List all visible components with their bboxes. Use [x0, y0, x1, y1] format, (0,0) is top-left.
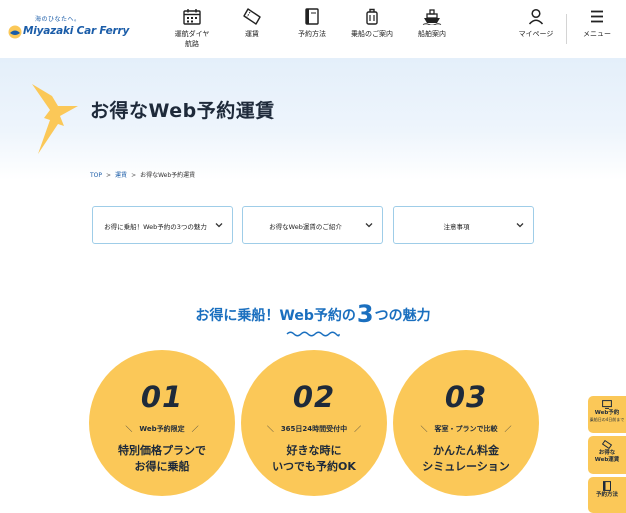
ticket-icon [602, 440, 612, 449]
anchor-label: 注意事項 [443, 223, 470, 231]
site-logo[interactable]: 海のひなたへ。 Miyazaki Car Ferry [8, 14, 129, 44]
user-icon [528, 8, 544, 25]
logo-tagline: 海のひなたへ。 [35, 16, 81, 23]
logo-mark-icon [8, 25, 22, 39]
site-header: 海のひなたへ。 Miyazaki Car Ferry 運航ダイヤ 航路 運賃 予… [0, 0, 626, 58]
luggage-icon [366, 8, 378, 25]
feature-description: かんたん料金 シミュレーション [422, 444, 510, 473]
nav-item-boarding[interactable]: 乗船のご案内 [342, 8, 402, 39]
hero-banner: お得なWeb予約運賃 [0, 58, 626, 180]
nav-item-ships[interactable]: 船舶案内 [402, 8, 462, 39]
breadcrumb-fare-link[interactable]: 運賃 [115, 172, 127, 179]
nav-item-schedule[interactable]: 運航ダイヤ 航路 [162, 8, 222, 49]
nav-label-ships: 船舶案内 [418, 30, 446, 38]
breadcrumb: TOP > 運賃 > お得なWeb予約運賃 [90, 170, 195, 179]
calendar-icon [183, 9, 201, 25]
feature-number: 01 [140, 380, 184, 414]
side-tab-reservation-method[interactable]: 予約方法 [588, 477, 626, 513]
ticket-icon [243, 8, 261, 25]
feature-description: 特別価格プランで お得に乗船 [118, 444, 206, 473]
section-heading-number: 3 [356, 300, 374, 328]
book-icon [603, 481, 611, 491]
ship-icon [422, 9, 442, 25]
side-tab-subtitle: 乗船日の4日前まで [589, 417, 625, 422]
feature-tag-row: ＼ Web予約限定／ [125, 425, 199, 433]
feature-circle-01: 01 ＼ Web予約限定／ 特別価格プランで お得に乗船 [89, 350, 235, 496]
feature-tag: 客室・プランで比較 [434, 425, 498, 433]
feature-tag: Web予約限定 [139, 425, 185, 433]
feature-tag-row: ＼ 客室・プランで比較／ [420, 425, 512, 433]
feature-number: 02 [292, 380, 336, 414]
breadcrumb-top-link[interactable]: TOP [90, 172, 102, 179]
feature-tag-row: ＼ 365日24時間受付中／ [266, 425, 362, 433]
feature-description: 好きな時に いつでも予約OK [272, 444, 356, 473]
feature-number: 03 [444, 380, 488, 414]
chevron-down-icon [365, 223, 373, 228]
book-icon [305, 8, 319, 25]
seagull-icon [32, 84, 78, 154]
wave-divider-icon [286, 331, 340, 337]
nav-item-fare[interactable]: 運賃 [222, 8, 282, 39]
side-tab-title: Web予約 [594, 410, 620, 416]
anchor-link-web-fare[interactable]: お得なWeb運賃のご紹介 [242, 206, 383, 244]
section-heading-text: お得に乗船！Web予約の [195, 308, 356, 324]
nav-label-fare: 運賃 [245, 30, 259, 38]
hamburger-menu-icon [591, 10, 603, 23]
mypage-label: マイページ [518, 30, 554, 38]
monitor-icon [602, 400, 612, 409]
side-tab-web-reservation[interactable]: Web予約 乗船日の4日前まで [588, 396, 626, 433]
anchor-link-appeal[interactable]: お得に乗船！Web予約の3つの魅力 [92, 206, 233, 244]
nav-item-reservation[interactable]: 予約方法 [282, 8, 342, 39]
page-title: お得なWeb予約運賃 [90, 100, 275, 122]
chevron-down-icon [215, 223, 223, 228]
nav-label-boarding: 乗船のご案内 [351, 30, 393, 38]
logo-name: Miyazaki Car Ferry [23, 25, 130, 37]
side-tab-title: 予約方法 [595, 492, 618, 498]
section-heading-text-end: つの魅力 [374, 308, 431, 324]
feature-tag: 365日24時間受付中 [280, 425, 348, 433]
feature-circle-03: 03 ＼ 客室・プランで比較／ かんたん料金 シミュレーション [393, 350, 539, 496]
anchor-label: お得に乗船！Web予約の3つの魅力 [104, 223, 207, 231]
side-tab-web-fare[interactable]: お得な Web運賃 [588, 436, 626, 474]
anchor-label: お得なWeb運賃のご紹介 [269, 223, 342, 231]
anchor-link-notes[interactable]: 注意事項 [393, 206, 534, 244]
nav-label-reservation: 予約方法 [298, 30, 326, 38]
breadcrumb-chevron-icon: > [131, 172, 137, 179]
side-tab-title: お得な Web運賃 [594, 450, 620, 463]
chevron-down-icon [516, 223, 524, 228]
menu-button[interactable]: メニュー [567, 8, 626, 39]
feature-circle-02: 02 ＼ 365日24時間受付中／ 好きな時に いつでも予約OK [241, 350, 387, 496]
breadcrumb-chevron-icon: > [106, 172, 112, 179]
menu-label: メニュー [583, 30, 611, 38]
nav-label-schedule: 運航ダイヤ 航路 [174, 30, 210, 48]
section-heading: お得に乗船！Web予約の3つの魅力 [0, 300, 626, 328]
mypage-button[interactable]: マイページ [506, 8, 566, 39]
breadcrumb-current: お得なWeb予約運賃 [140, 172, 196, 179]
